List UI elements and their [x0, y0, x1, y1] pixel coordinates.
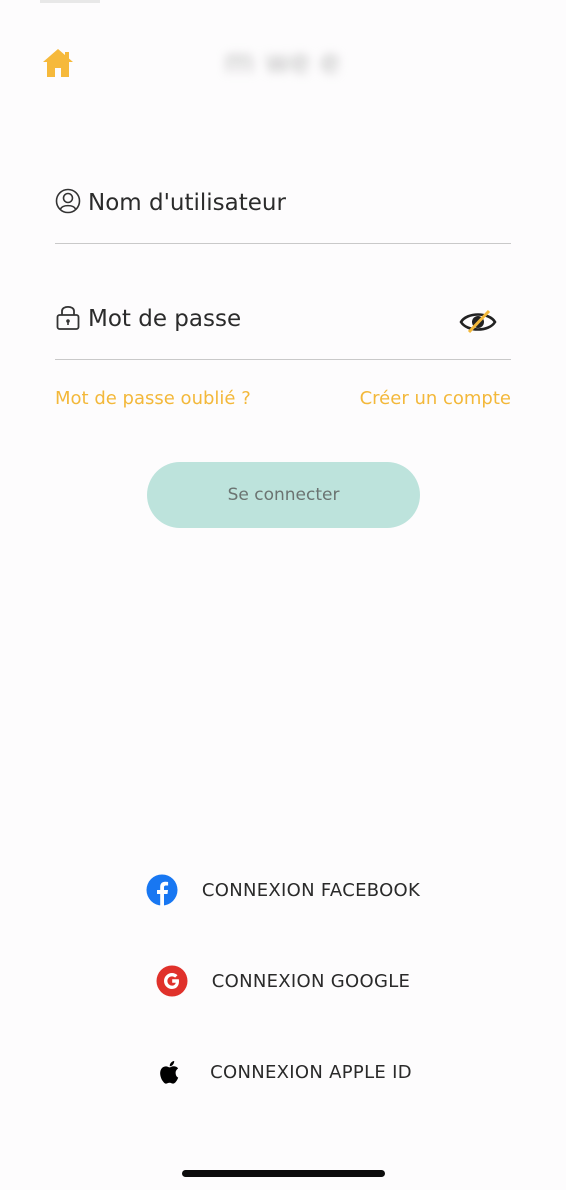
facebook-login-button[interactable]: CONNEXION FACEBOOK: [0, 870, 566, 910]
lock-icon: [56, 305, 80, 330]
create-account-link[interactable]: Créer un compte: [360, 388, 511, 409]
facebook-login-label: CONNEXION FACEBOOK: [201, 879, 421, 901]
username-field: [55, 185, 511, 244]
eye-slash-icon: [459, 309, 497, 334]
google-login-label: CONNEXION GOOGLE: [211, 970, 411, 992]
status-bar-remnant: [40, 0, 100, 3]
password-field: [55, 301, 511, 360]
apple-icon: [160, 1061, 179, 1084]
google-icon: [156, 965, 188, 997]
logo-text: m we e: [224, 44, 341, 80]
app-logo: m we e: [190, 40, 375, 84]
connect-button[interactable]: Se connecter: [147, 462, 420, 528]
home-indicator-bar[interactable]: [182, 1170, 385, 1177]
toggle-password-visibility-button[interactable]: [459, 307, 497, 337]
apple-login-button[interactable]: CONNEXION APPLE ID: [0, 1052, 566, 1092]
user-circle-icon: [55, 188, 81, 214]
connect-button-label: Se connecter: [227, 485, 340, 505]
facebook-icon: [146, 874, 178, 906]
home-button[interactable]: [40, 46, 76, 80]
forgot-password-link[interactable]: Mot de passe oublié ?: [55, 388, 251, 409]
password-input[interactable]: [88, 301, 468, 337]
google-login-button[interactable]: CONNEXION GOOGLE: [0, 961, 566, 1001]
home-icon: [43, 49, 73, 77]
username-input[interactable]: [88, 185, 468, 221]
apple-login-label: CONNEXION APPLE ID: [210, 1061, 412, 1083]
